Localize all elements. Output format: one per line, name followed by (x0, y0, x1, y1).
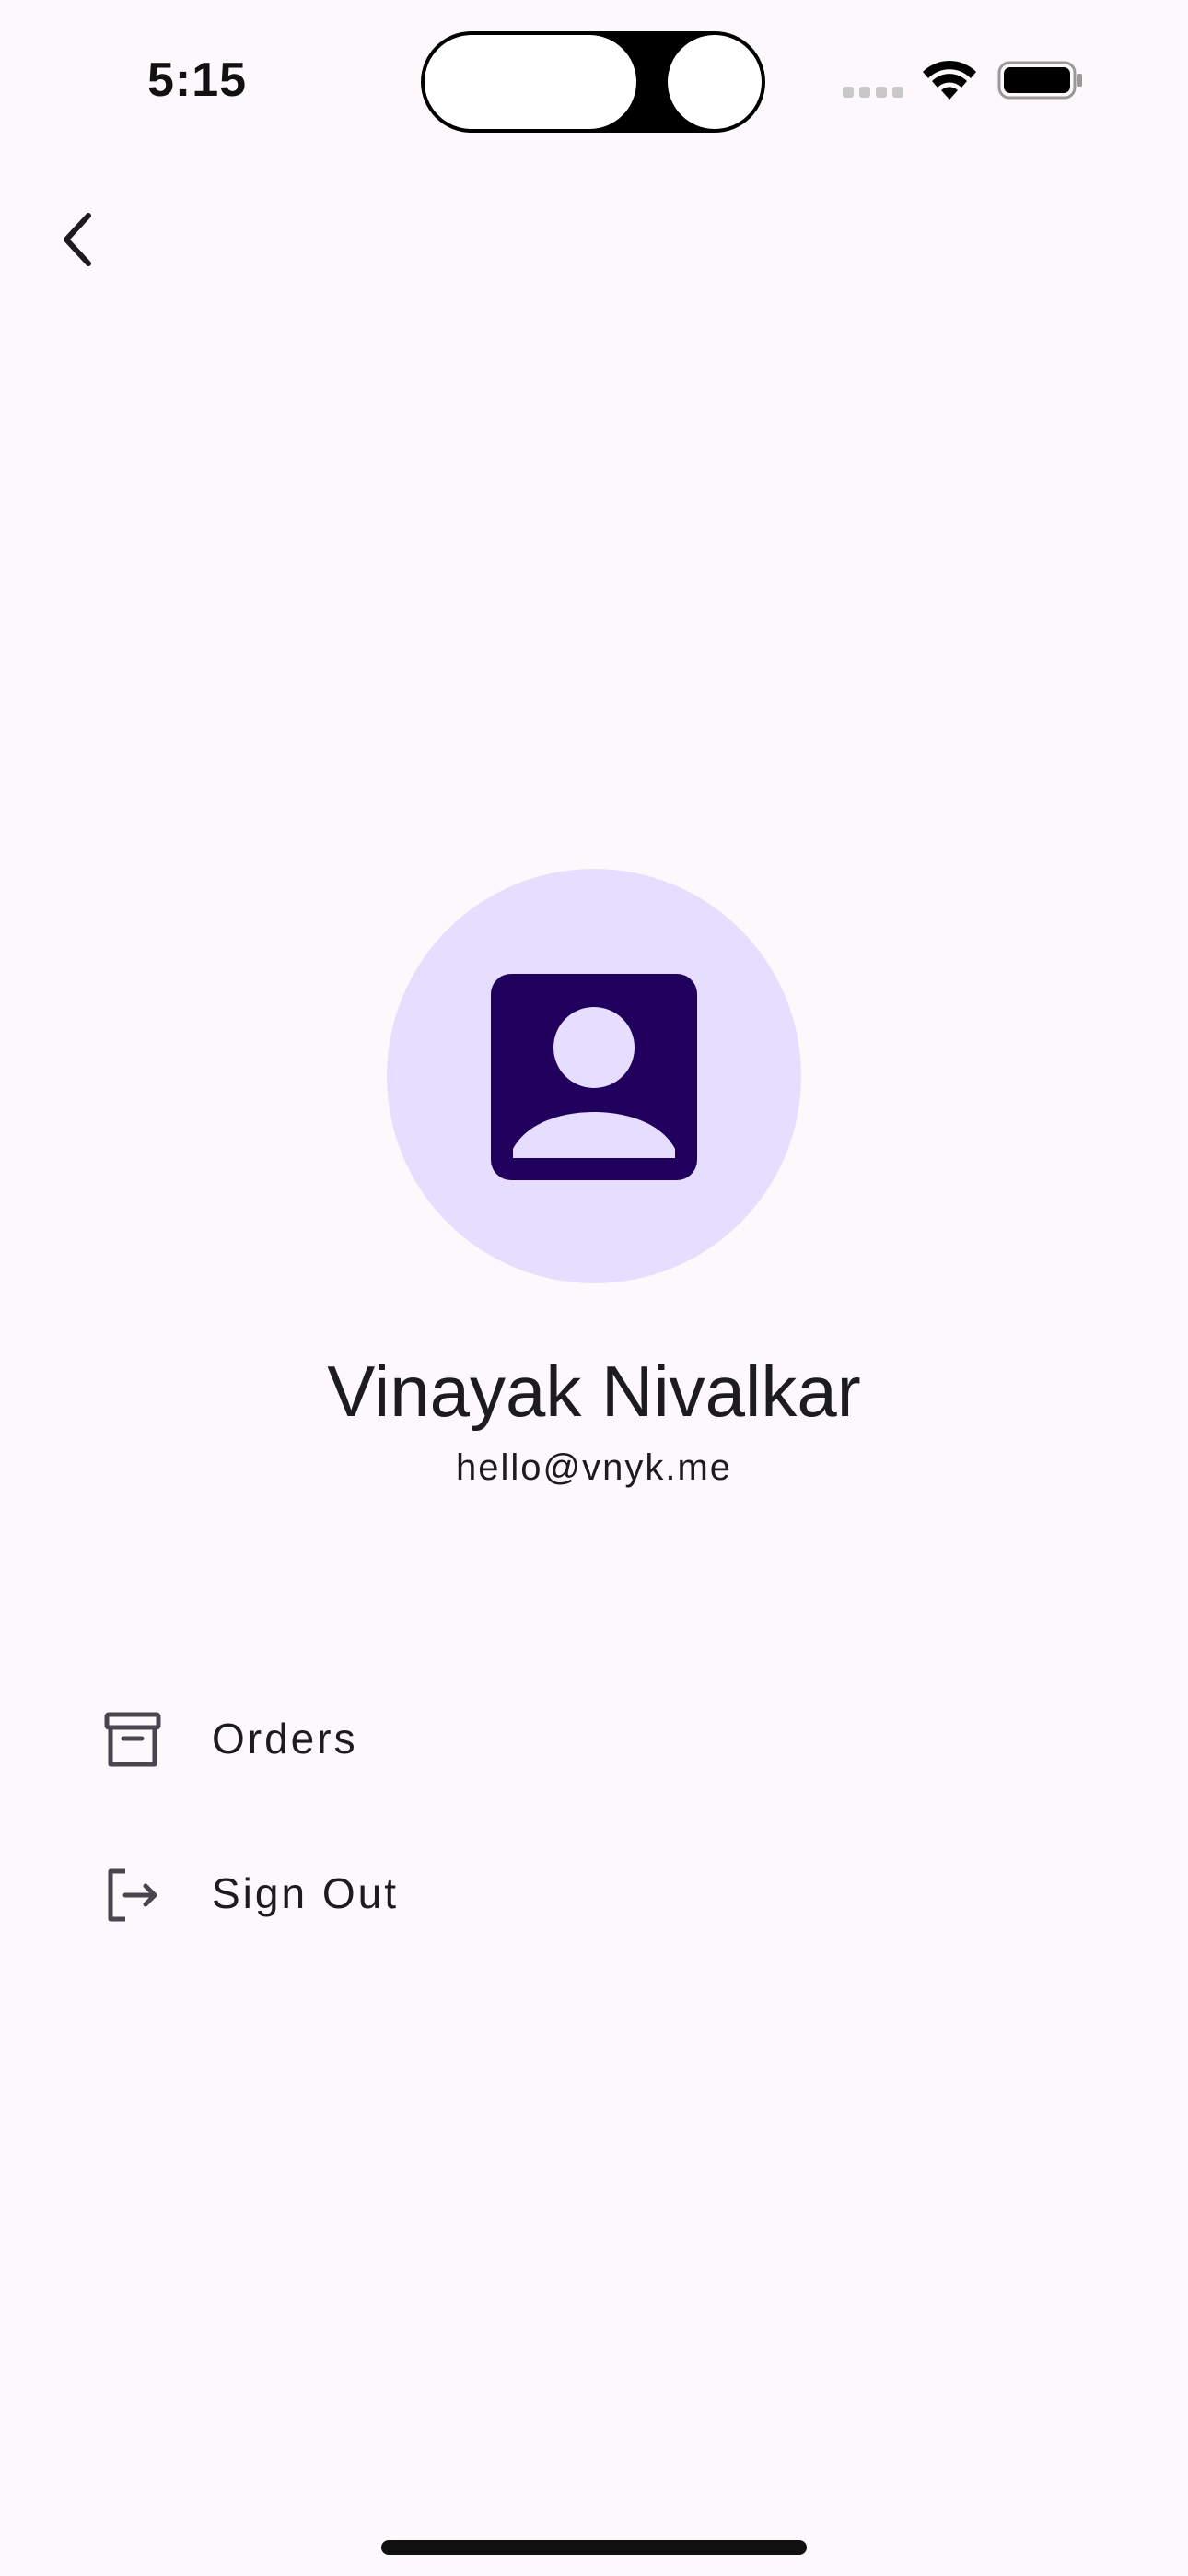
menu-item-label: Sign Out (212, 1869, 399, 1917)
island-pill (425, 35, 636, 129)
menu-item-orders[interactable]: Orders (0, 1669, 1188, 1808)
account-box-icon (491, 974, 697, 1180)
status-time: 5:15 (147, 53, 248, 107)
home-indicator[interactable] (381, 2540, 807, 2555)
profile-screen: 5:15 Vinayak Nivalkar hello@vnyk.me Orde… (0, 0, 1188, 2576)
menu-item-sign-out[interactable]: Sign Out (0, 1824, 1188, 1962)
logout-icon (108, 1868, 157, 1922)
wifi-icon (923, 60, 976, 100)
battery-full-icon (997, 61, 1082, 100)
cellular-signal-icon (843, 87, 903, 98)
dynamic-island (421, 31, 765, 133)
menu-item-label: Orders (212, 1715, 358, 1762)
archive-box-icon (104, 1712, 161, 1767)
user-name: Vinayak Nivalkar (327, 1351, 861, 1432)
island-dot (668, 35, 762, 129)
back-button[interactable] (41, 193, 114, 286)
chevron-left-icon (64, 213, 91, 266)
user-email: hello@vnyk.me (455, 1447, 733, 1488)
